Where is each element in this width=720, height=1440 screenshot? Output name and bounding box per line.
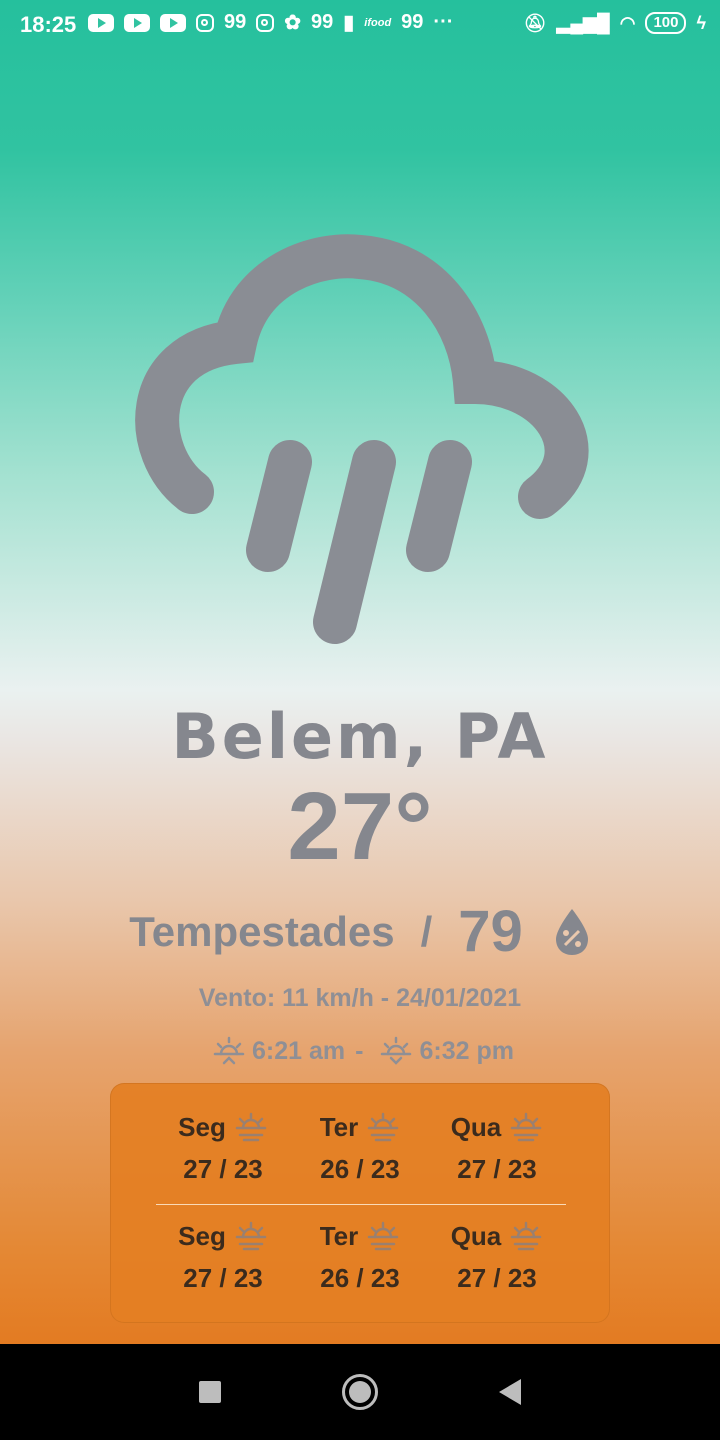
rain-cloud-icon (135, 234, 589, 644)
more-notifications-icon: ··· (433, 11, 454, 33)
app-99-icon: 99 (311, 11, 334, 33)
forecast-card: Seg 27 / 23 Ter 26 / 23 Qua 27 / 23 Seg (110, 1083, 610, 1323)
forecast-day: Qua 27 / 23 (429, 1219, 566, 1294)
app-99-icon: 99 (401, 11, 424, 33)
app-99-icon: 99 (224, 11, 247, 33)
leaf-icon: ✿ (284, 12, 302, 34)
recent-apps-button[interactable] (190, 1344, 230, 1440)
forecast-temps: 27 / 23 (183, 1263, 263, 1293)
wind-date-text: Vento: 11 km/h - 24/01/2021 (198, 984, 522, 1012)
system-status-icons: 🔕︎ ▂▄▆█ ◠ 100 ϟ (524, 12, 706, 34)
home-button[interactable] (338, 1344, 382, 1440)
sunset-icon (381, 1036, 412, 1065)
forecast-divider (156, 1204, 566, 1205)
signal-icon: ▂▄▆█ (556, 12, 610, 33)
sunrise-icon (213, 1036, 245, 1065)
condition-row: Tempestades / 79 (0, 898, 720, 965)
youtube-icon (124, 13, 150, 32)
charging-icon: ϟ (696, 12, 706, 33)
instagram-icon (256, 13, 275, 32)
ifood-icon: ifood (364, 16, 392, 29)
document-icon: ▮ (343, 12, 355, 34)
forecast-day-label: Ter (319, 1220, 359, 1251)
forecast-temps: 27 / 23 (183, 1154, 263, 1184)
sunrise-small-icon (511, 1112, 542, 1142)
battery-icon: 100 (645, 12, 687, 34)
back-button[interactable] (490, 1344, 530, 1440)
current-temperature: 27° (287, 773, 433, 880)
city-name: Belem, PA (171, 700, 549, 773)
forecast-temps: 27 / 23 (457, 1154, 537, 1184)
instagram-icon (196, 13, 214, 32)
condition-text: Tempestades (129, 907, 395, 955)
forecast-day-label: Qua (450, 1220, 502, 1251)
forecast-day: Seg 27 / 23 (155, 1110, 292, 1185)
forecast-day: Ter 26 / 23 (292, 1219, 429, 1294)
forecast-day-label: Seg (178, 1220, 226, 1251)
sunrise-small-icon (368, 1112, 399, 1142)
forecast-day: Seg 27 / 23 (155, 1219, 292, 1294)
forecast-day: Ter 26 / 23 (292, 1110, 429, 1185)
sunrise-small-icon (235, 1112, 267, 1142)
sun-separator: - (355, 1036, 364, 1065)
sunrise-small-icon (511, 1221, 542, 1251)
youtube-icon (160, 13, 186, 32)
mute-icon: 🔕︎ (523, 12, 547, 33)
humidity-value: 79 (458, 899, 523, 964)
forecast-row: Seg 27 / 23 Ter 26 / 23 Qua 27 / 23 (111, 1219, 609, 1294)
sunrise-small-icon (368, 1221, 399, 1251)
forecast-day-label: Seg (178, 1111, 226, 1142)
square-icon (199, 1381, 221, 1403)
forecast-temps: 26 / 23 (320, 1154, 400, 1184)
home-circle-icon (342, 1374, 378, 1410)
status-time: 18:25 (20, 12, 77, 37)
condition-separator: / (420, 907, 433, 955)
forecast-temps: 27 / 23 (457, 1263, 537, 1293)
sunrise-small-icon (235, 1221, 267, 1251)
notification-icons: 99 ✿ 99 ▮ ifood 99 ··· (88, 10, 453, 35)
wifi-icon: ◠ (619, 12, 636, 33)
youtube-icon (88, 13, 114, 32)
humidity-drop-icon (555, 908, 588, 955)
forecast-row: Seg 27 / 23 Ter 26 / 23 Qua 27 / 23 (111, 1110, 609, 1185)
sunrise-time: 6:21 am (252, 1036, 346, 1065)
back-triangle-icon (499, 1379, 521, 1405)
forecast-day: Qua 27 / 23 (429, 1110, 566, 1185)
sunset-time: 6:32 pm (419, 1036, 514, 1065)
forecast-day-label: Ter (319, 1111, 359, 1142)
forecast-temps: 26 / 23 (320, 1263, 400, 1293)
sun-times-row: 6:21 am - 6:32 pm (0, 1034, 720, 1068)
navigation-bar (0, 1344, 720, 1440)
weather-screen: 18:25 99 ✿ 99 ▮ ifood 99 ··· 🔕︎ ▂▄▆█ ◠ 1… (0, 0, 720, 1344)
forecast-day-label: Qua (450, 1111, 502, 1142)
status-bar: 18:25 99 ✿ 99 ▮ ifood 99 ··· 🔕︎ ▂▄▆█ ◠ 1… (0, 0, 720, 50)
